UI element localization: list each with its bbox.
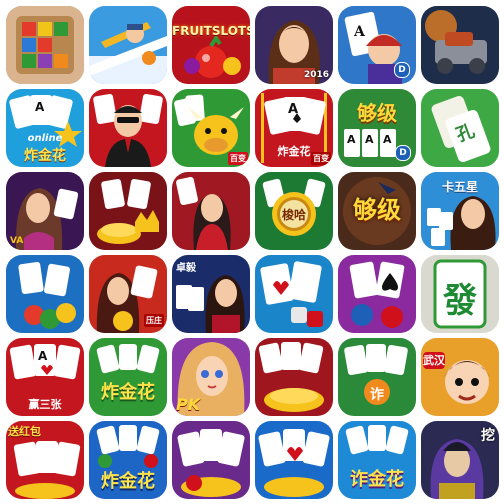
pk-girl-title: PK: [176, 395, 201, 414]
wuhan-title: 武汉: [423, 352, 445, 369]
wuhan-boy-art: [421, 338, 499, 416]
svg-text:A: A: [38, 349, 48, 363]
chip-stack-art: [6, 255, 84, 333]
san-zhang-app-icon[interactable]: A 赢三张: [6, 338, 84, 416]
zhangzai-girl-app-icon[interactable]: 卓毅: [172, 255, 250, 333]
hero-d-app-icon[interactable]: A D: [338, 6, 416, 84]
gou-ji-badge: D: [395, 145, 411, 161]
spade-chips-app-icon[interactable]: [338, 255, 416, 333]
mahjong-tile-app-icon[interactable]: 孔: [421, 89, 499, 167]
ski-jump-art: [89, 6, 167, 84]
san-zhang-title: 赢三张: [28, 398, 62, 411]
zha-jin-hua-blue-title: 炸金花: [101, 471, 155, 492]
gou-ji-app-icon[interactable]: A A A 够级 D: [338, 89, 416, 167]
lord-dragon-app-icon[interactable]: 挖: [421, 421, 499, 499]
royal-crown-art: [89, 172, 167, 250]
gou-ji-hat-app-icon[interactable]: 够级: [338, 172, 416, 250]
fruit-slots-art: [172, 6, 250, 84]
zha-jin-hua-purple-app-icon[interactable]: 诈金花: [338, 421, 416, 499]
red-dress-girl-app-icon[interactable]: [172, 172, 250, 250]
vegas-girl-tag: VA: [10, 236, 24, 246]
song-hong-bao-title: 送红包: [8, 425, 41, 438]
spade-chips-art: [338, 255, 416, 333]
svg-text:A: A: [353, 24, 366, 40]
mech-battle-app-icon[interactable]: [421, 6, 499, 84]
song-hong-bao-app-icon[interactable]: 送红包: [6, 421, 84, 499]
fruit-slots-app-icon[interactable]: FRUITSLOTS: [172, 6, 250, 84]
svg-text:A: A: [365, 133, 374, 146]
blocks-puzzle-app-icon[interactable]: [6, 6, 84, 84]
heroine-game-app-icon[interactable]: 2016: [255, 6, 333, 84]
ka-wu-xing-app-icon[interactable]: 卡五星: [421, 172, 499, 250]
cards-and-dice-art: [255, 255, 333, 333]
lord-dragon-title: 挖: [481, 428, 495, 444]
gou-ji-hat-title: 够级: [353, 196, 401, 224]
blue-heart-cards-art: [255, 421, 333, 499]
cow-poker-app-icon[interactable]: 百变: [172, 89, 250, 167]
ski-jump-app-icon[interactable]: [89, 6, 167, 84]
zhangzai-girl-tag: 卓毅: [176, 263, 196, 274]
blocks-puzzle-art: [6, 6, 84, 84]
red-dress-girl-art: [172, 172, 250, 250]
royal-crown-app-icon[interactable]: [89, 172, 167, 250]
pk-girl-app-icon[interactable]: PK: [172, 338, 250, 416]
chess-rank-app-icon[interactable]: 梭哈: [255, 172, 333, 250]
fa-mahjong-app-icon[interactable]: 發: [421, 255, 499, 333]
fa-mahjong-glyph: 發: [443, 281, 477, 321]
zha-blue-badge: 诈: [370, 387, 384, 403]
chip-stack-app-icon[interactable]: [6, 255, 84, 333]
sunglasses-boss-art: [89, 89, 167, 167]
zha-blue-art: [338, 338, 416, 416]
blue-heart-cards-app-icon[interactable]: [255, 421, 333, 499]
zha-blue-app-icon[interactable]: 诈: [338, 338, 416, 416]
zha-jin-hua-title: 炸金花: [24, 148, 66, 164]
mech-battle-art: [421, 6, 499, 84]
purple-spade-cards-app-icon[interactable]: [172, 421, 250, 499]
cards-and-dice-app-icon[interactable]: [255, 255, 333, 333]
sunglasses-boss-app-icon[interactable]: [89, 89, 167, 167]
red-zha-jin-hua-app-icon[interactable]: A 炸金花 百变: [255, 89, 333, 167]
chip-ribbon-app-icon[interactable]: 压庄: [89, 255, 167, 333]
purple-spade-cards-art: [172, 421, 250, 499]
chess-rank-label: 梭哈: [281, 208, 306, 222]
online-label: online: [27, 133, 63, 144]
cow-poker-ribbon: 百变: [228, 152, 248, 165]
chip-ribbon-tag: 压庄: [144, 314, 164, 327]
gou-ji-title: 够级: [357, 101, 397, 125]
gold-coins-cards-art: [255, 338, 333, 416]
svg-text:A: A: [35, 100, 45, 114]
red-zha-jin-hua-ribbon: 百变: [311, 152, 331, 165]
hero-d-badge: D: [394, 62, 410, 78]
app-icon-grid: FRUITSLOTS 2016 A D A online 炸金花 百变 A 炸金…: [0, 0, 504, 504]
wuhan-boy-app-icon[interactable]: 武汉: [421, 338, 499, 416]
zha-jin-hua-online-app-icon[interactable]: A online 炸金花: [6, 89, 84, 167]
fruit-slots-title: FRUITSLOTS: [172, 24, 250, 38]
svg-text:A: A: [383, 133, 392, 146]
green-zha-jin-hua-art: [89, 338, 167, 416]
heroine-year-label: 2016: [303, 70, 329, 80]
vegas-girl-app-icon[interactable]: VA: [6, 172, 84, 250]
gold-coins-cards-app-icon[interactable]: [255, 338, 333, 416]
green-zha-jin-hua-title: 炸金花: [101, 382, 155, 403]
svg-text:A: A: [347, 133, 356, 146]
zha-jin-hua-purple-title: 诈金花: [350, 469, 404, 490]
zha-jin-hua-blue-app-icon[interactable]: 炸金花: [89, 421, 167, 499]
green-zha-jin-hua-app-icon[interactable]: 炸金花: [89, 338, 167, 416]
ka-wu-xing-title: 卡五星: [441, 180, 478, 194]
